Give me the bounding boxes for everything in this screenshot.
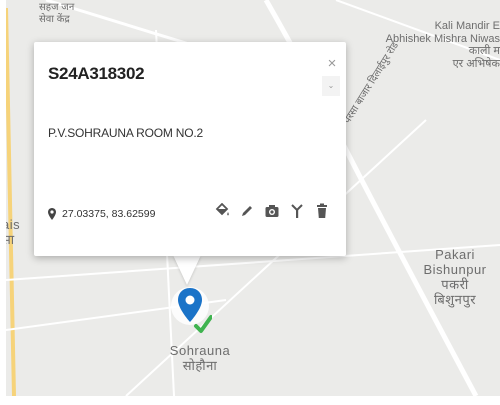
map-label-kali-mandir-block: Kali Mandir E Abhishek Mishra Niwas काली…: [350, 20, 500, 71]
map-label-bishunpur: Bishunpur: [423, 261, 487, 277]
map-label-sohrauna-hi: सोहौना: [182, 357, 218, 373]
popup-toolbar: [214, 202, 330, 220]
antenna-icon[interactable]: [289, 202, 305, 220]
map-label-left-partial-2: सा: [6, 231, 15, 247]
map-pin-icon: [171, 287, 213, 333]
site-marker[interactable]: [170, 282, 213, 334]
site-info-popup: S24A318302 × ⌄ P.V.SOHRAUNA ROOM NO.2 27…: [34, 42, 346, 256]
paint-bucket-icon[interactable]: [214, 202, 230, 220]
camera-icon[interactable]: [264, 202, 280, 220]
map-label-top-left-line1: सहज जन: [39, 2, 75, 13]
map-label-bishunpur-hi: बिशुनपुर: [433, 291, 477, 307]
map-label-pakari-block: Pakari Bishunpur पकरी बिशुनपुर: [410, 247, 500, 308]
pencil-icon[interactable]: [239, 202, 255, 220]
site-address: P.V.SOHRAUNA ROOM NO.2: [48, 126, 203, 140]
map-label-kali-hi: काली म: [468, 45, 500, 58]
map-label-kali-mandir: Kali Mandir E: [434, 20, 500, 32]
map-label-left-partial-1: ais: [6, 217, 21, 232]
trash-icon[interactable]: [314, 202, 330, 220]
map-label-pakari: Pakari: [435, 247, 475, 262]
scroll-down-icon[interactable]: ⌄: [322, 76, 340, 96]
map-label-sohrauna-block: Sohrauna सोहौना: [156, 343, 244, 374]
coordinates-text: 27.03375, 83.62599: [62, 208, 156, 220]
map-label-sohrauna: Sohrauna: [169, 343, 231, 358]
map-label-abhishek: Abhishek Mishra Niwas: [385, 32, 500, 45]
location-pin-icon: [48, 208, 56, 220]
site-id-title: S24A318302: [48, 64, 145, 83]
close-icon[interactable]: ×: [324, 56, 340, 72]
map-label-top-left: सहज जन सेवा केंद्र: [39, 2, 74, 25]
map-label-pakari-hi: पकरी: [441, 276, 469, 292]
map-label-left-partial: ais सा: [6, 217, 21, 248]
coordinates-row: 27.03375, 83.62599: [48, 208, 155, 220]
map-label-top-left-line2: सेवा केंद्र: [39, 13, 70, 25]
popup-tail: [173, 255, 201, 285]
